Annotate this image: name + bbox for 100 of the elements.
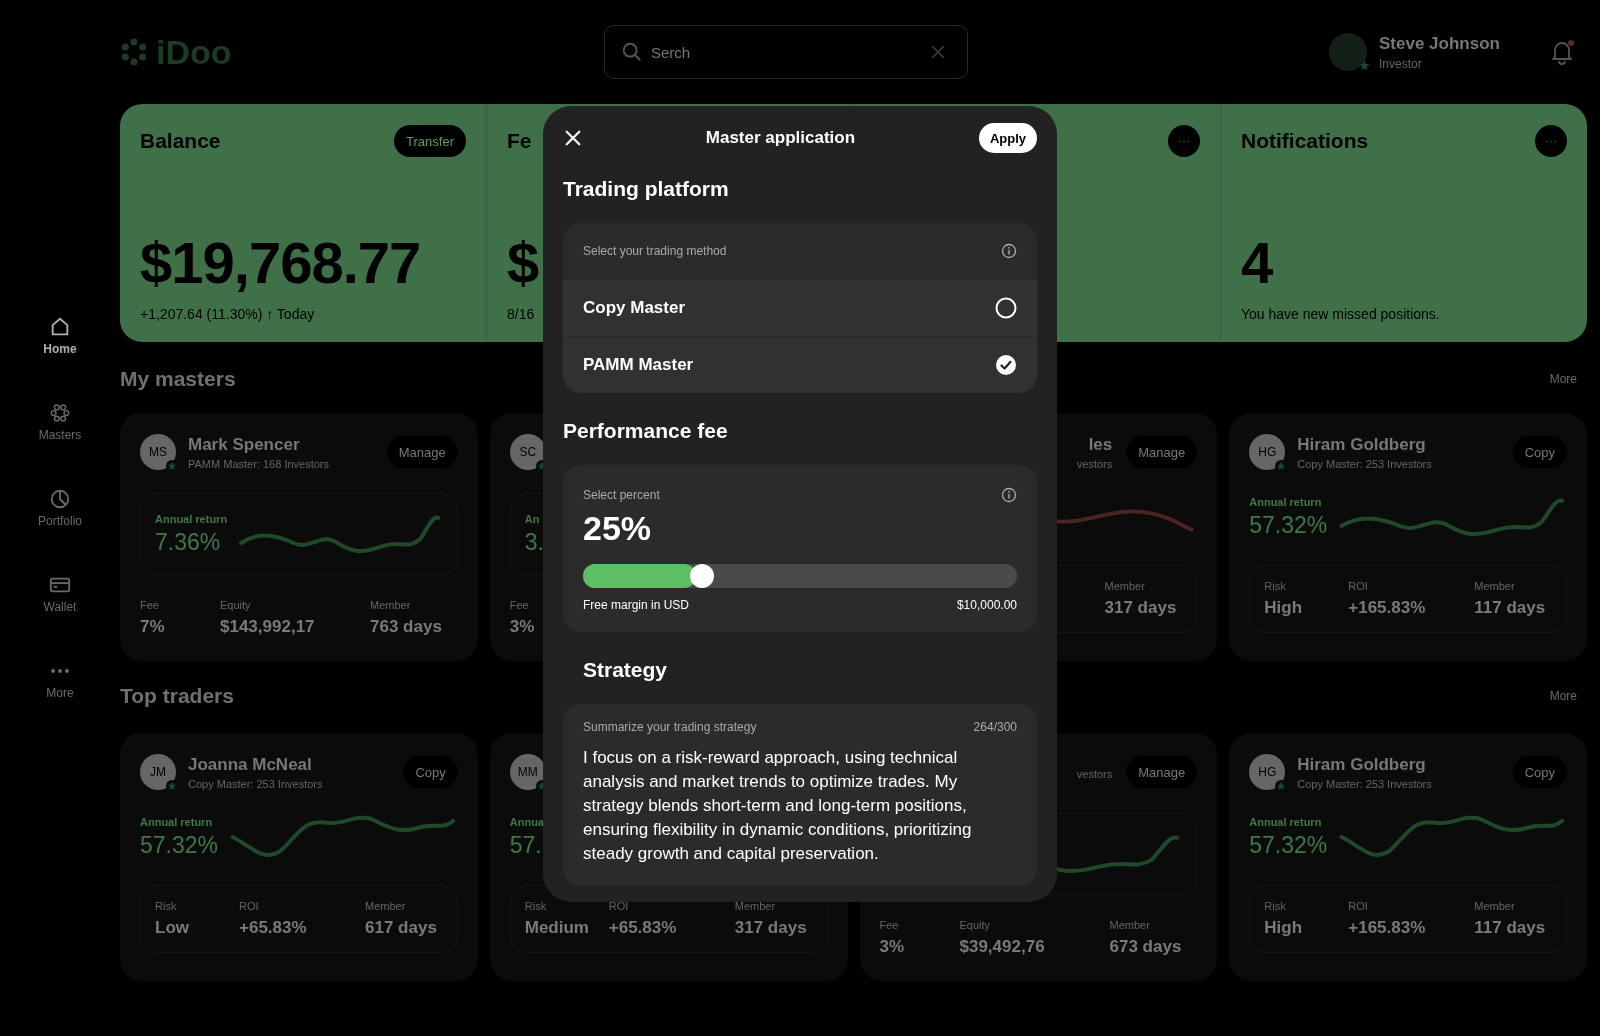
dots-logo-icon — [120, 38, 148, 66]
stat-value: 617 days — [365, 918, 438, 938]
stat-value: 117 days — [1474, 598, 1547, 618]
stat-value: 3% — [879, 937, 906, 957]
sidebar-item[interactable]: More — [46, 660, 74, 700]
panel-note: 8/16 — [507, 306, 535, 322]
avatar: SC — [509, 434, 546, 470]
return-value: 57. — [509, 831, 543, 859]
stat-value: Low — [155, 918, 190, 938]
apply-button[interactable]: Apply — [978, 123, 1037, 153]
bell-icon[interactable] — [1549, 39, 1575, 65]
transfer-button[interactable]: Transfer — [394, 125, 466, 157]
user-role: Investor — [1379, 56, 1423, 71]
sidebar-item[interactable]: Wallet — [43, 574, 77, 614]
return-value: 57.32% — [1249, 511, 1328, 539]
return-value: 57.32% — [140, 831, 218, 859]
stat-value: 317 days — [1104, 598, 1178, 618]
star-icon — [166, 780, 178, 792]
card-action-button[interactable]: Manage — [1126, 756, 1198, 788]
trader-subtitle: Copy Master: 253 Investors — [1297, 457, 1433, 470]
stat-value: +165.83% — [1348, 598, 1427, 618]
percent-value: 25% — [582, 509, 653, 548]
trader-subtitle: Copy Master: 253 Investors — [188, 777, 324, 790]
more-icon — [1177, 138, 1191, 144]
section-heading: Performance fee — [563, 419, 729, 443]
return-label: Annual return — [140, 815, 214, 828]
field-label: Summarize your trading strategy — [583, 720, 757, 734]
stat-value: $39,492,76 — [959, 937, 1046, 957]
stat-value: +65.83% — [239, 918, 308, 938]
panel-note: +1,207.64 (11.30%) ↑ Today — [140, 306, 315, 322]
close-icon[interactable] — [564, 129, 582, 147]
more-icon — [50, 668, 70, 674]
card-action-button[interactable]: Copy — [1512, 436, 1567, 468]
search-field[interactable]: Serch — [604, 25, 968, 79]
return-label: Annual return — [1249, 815, 1323, 828]
return-value: 57.32% — [1249, 831, 1328, 859]
section-heading: Trading platform — [563, 177, 730, 201]
trader-name: Hiram Goldberg — [1297, 434, 1427, 455]
dots-ring-icon — [49, 402, 71, 424]
stat-label: Risk — [155, 900, 178, 912]
panel-amount: $ — [507, 229, 539, 296]
stat-label: Fee — [879, 919, 900, 931]
stat-value: +165.83% — [1348, 918, 1427, 938]
sidebar-item[interactable]: Portfolio — [38, 488, 82, 528]
margin-value: $10,000.00 — [956, 598, 1017, 612]
card-action-button[interactable]: Manage — [386, 436, 458, 468]
stat-value: Medium — [524, 918, 590, 938]
stat-label: Member — [734, 900, 777, 912]
star-icon — [1275, 780, 1288, 792]
field-label: Select your trading method — [583, 244, 727, 258]
trader-subtitle: vestors — [1076, 767, 1113, 780]
return-value: 3. — [524, 528, 544, 556]
stat-value: 3% — [509, 617, 536, 637]
stat-value: +65.83% — [608, 918, 678, 938]
method-option[interactable]: PAMM Master — [563, 336, 1037, 393]
card-action-button[interactable]: Copy — [1512, 756, 1567, 788]
avatar: HG — [1249, 754, 1286, 790]
trader-subtitle: vestors — [1076, 457, 1113, 470]
stat-label: Member — [370, 599, 412, 611]
card-action-button[interactable]: Manage — [1126, 436, 1198, 468]
stat-value: 117 days — [1474, 918, 1547, 938]
dialog-title: Master application — [704, 128, 857, 148]
return-label: Annual return — [1249, 495, 1323, 508]
stat-label: ROI — [1348, 580, 1369, 592]
more-button[interactable] — [1535, 125, 1567, 157]
stat-label: Member — [1104, 580, 1146, 592]
checked-radio[interactable] — [995, 354, 1017, 376]
percent-slider[interactable] — [583, 564, 1017, 588]
section-title: My masters — [120, 367, 236, 391]
stat-label: ROI — [1348, 900, 1369, 912]
section-heading: Strategy — [583, 658, 669, 682]
panel-note: You have new missed positions. — [1241, 306, 1440, 322]
more-link[interactable]: More — [1549, 689, 1577, 703]
stat-value: 763 days — [370, 617, 443, 637]
margin-label: Free margin in USD — [583, 598, 690, 612]
stat-value: 673 days — [1109, 937, 1183, 957]
sidebar-item[interactable]: Home — [43, 316, 77, 356]
return-value: 7.36% — [155, 528, 222, 556]
trader-name: Hiram Goldberg — [1297, 754, 1427, 775]
return-label: Annua — [509, 815, 544, 828]
sidebar-item[interactable]: Masters — [38, 402, 82, 442]
avatar: MM — [509, 754, 546, 790]
return-label: Annual return — [155, 512, 228, 525]
avatar: MS — [140, 434, 176, 470]
field-label: Select percent — [583, 488, 660, 502]
panel-title: Balance — [140, 129, 221, 153]
character-counter: 264/300 — [973, 720, 1017, 734]
radio-button[interactable] — [995, 297, 1017, 319]
more-icon — [1544, 138, 1558, 144]
stat-value: $143,992,17 — [220, 617, 316, 637]
more-button[interactable] — [1168, 125, 1200, 157]
info-icon[interactable] — [1001, 487, 1017, 503]
stat-label: Risk — [524, 900, 548, 912]
more-link[interactable]: More — [1549, 372, 1577, 386]
stat-value: High — [1264, 598, 1304, 618]
method-option[interactable]: Copy Master — [563, 279, 1037, 336]
stat-label: Member — [365, 900, 407, 912]
info-icon[interactable] — [1001, 243, 1017, 259]
star-icon — [1275, 460, 1288, 472]
card-action-button[interactable]: Copy — [403, 756, 458, 788]
